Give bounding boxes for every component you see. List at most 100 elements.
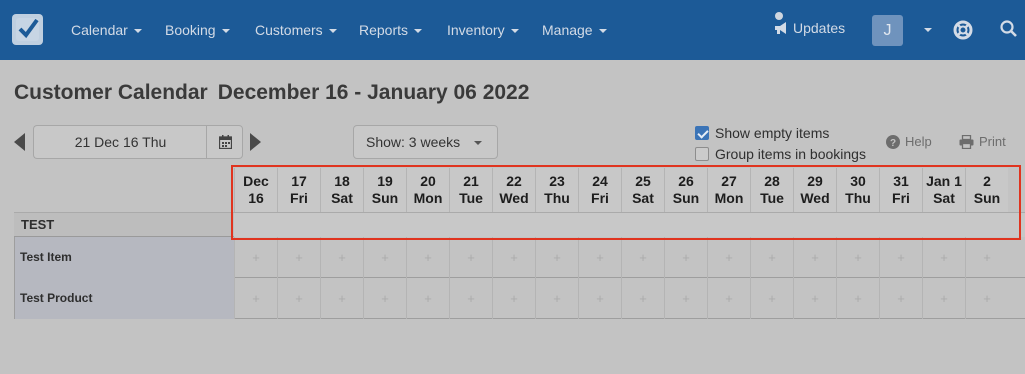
- add-booking-cell[interactable]: +: [879, 237, 922, 278]
- chevron-down-icon: [510, 29, 519, 34]
- help-label: Help: [905, 134, 932, 149]
- day-header: 21 Tue: [449, 168, 492, 212]
- day-header-bottom: Mon: [714, 190, 744, 206]
- add-booking-cell[interactable]: +: [707, 237, 750, 278]
- add-booking-cell[interactable]: +: [836, 278, 879, 319]
- date-input[interactable]: [33, 125, 207, 159]
- group-row: TEST: [14, 212, 1025, 237]
- day-header: 29 Wed: [793, 168, 836, 212]
- day-header: 22 Wed: [492, 168, 535, 212]
- add-booking-cell[interactable]: +: [406, 237, 449, 278]
- add-booking-cell[interactable]: +: [922, 278, 965, 319]
- nav-item-booking[interactable]: Booking: [165, 22, 230, 38]
- updates-link[interactable]: Updates: [774, 20, 845, 36]
- show-period-select[interactable]: Show: 3 weeks: [353, 125, 498, 159]
- user-menu-caret-icon[interactable]: [924, 28, 932, 32]
- add-booking-cell[interactable]: +: [277, 237, 320, 278]
- day-header-bottom: Tue: [760, 190, 784, 206]
- day-header-bottom: Wed: [499, 190, 529, 206]
- add-booking-cell[interactable]: +: [965, 237, 1008, 278]
- add-booking-cell[interactable]: +: [234, 278, 277, 319]
- add-booking-cell[interactable]: +: [707, 278, 750, 319]
- day-header-bottom: 16: [248, 190, 264, 206]
- nav-item-inventory[interactable]: Inventory: [447, 22, 519, 38]
- add-booking-cell[interactable]: +: [664, 237, 707, 278]
- add-booking-cell[interactable]: +: [621, 237, 664, 278]
- nav-item-label: Calendar: [71, 22, 128, 38]
- day-header: 26 Sun: [664, 168, 707, 212]
- nav-item-label: Reports: [359, 22, 409, 38]
- calendar-picker-button[interactable]: [206, 125, 243, 159]
- add-booking-cell[interactable]: +: [234, 237, 277, 278]
- add-booking-cell[interactable]: +: [492, 237, 535, 278]
- add-booking-cell[interactable]: +: [277, 278, 320, 319]
- add-booking-cell[interactable]: +: [621, 278, 664, 319]
- add-booking-cell[interactable]: +: [879, 278, 922, 319]
- add-booking-cell[interactable]: +: [449, 278, 492, 319]
- page-title: Customer Calendar December 16 - January 0…: [14, 81, 529, 105]
- print-link[interactable]: Print: [959, 134, 1006, 150]
- day-header-bottom: Sun: [973, 190, 1001, 206]
- day-header-top: 23: [549, 173, 565, 189]
- day-header-top: 30: [850, 173, 866, 189]
- add-booking-cell[interactable]: +: [320, 237, 363, 278]
- user-avatar[interactable]: J: [872, 15, 903, 46]
- day-header-top: 26: [678, 173, 694, 189]
- add-booking-cell[interactable]: +: [965, 278, 1008, 319]
- add-booking-cell[interactable]: +: [320, 278, 363, 319]
- support-lifebuoy-icon[interactable]: [953, 20, 973, 45]
- nav-item-reports[interactable]: Reports: [359, 22, 423, 38]
- nav-item-label: Manage: [542, 22, 593, 38]
- day-header-top: 29: [807, 173, 823, 189]
- add-booking-cell[interactable]: +: [449, 237, 492, 278]
- day-header: Dec 16: [234, 168, 277, 212]
- day-header-bottom: Sat: [632, 190, 654, 206]
- add-booking-cell[interactable]: +: [406, 278, 449, 319]
- print-label: Print: [979, 134, 1006, 149]
- nav-item-customers[interactable]: Customers: [255, 22, 337, 38]
- group-label: TEST: [14, 213, 234, 237]
- group-items-checkbox[interactable]: Group items in bookings: [695, 146, 866, 162]
- help-question-icon: ?: [886, 135, 900, 149]
- add-booking-cell[interactable]: +: [535, 237, 578, 278]
- help-link[interactable]: ? Help: [886, 134, 932, 149]
- day-header-top: Dec: [243, 173, 269, 189]
- day-header: 28 Tue: [750, 168, 793, 212]
- add-booking-cell[interactable]: +: [535, 278, 578, 319]
- day-header-bottom: Thu: [544, 190, 570, 206]
- day-header-top: 2: [983, 173, 991, 189]
- day-header: 24 Fri: [578, 168, 621, 212]
- add-booking-cell[interactable]: +: [492, 278, 535, 319]
- day-header-top: 21: [463, 173, 479, 189]
- chevron-down-icon: [598, 29, 607, 34]
- add-booking-cell[interactable]: +: [836, 237, 879, 278]
- add-booking-cell[interactable]: +: [578, 237, 621, 278]
- add-booking-cell[interactable]: +: [664, 278, 707, 319]
- day-header-top: 20: [420, 173, 436, 189]
- add-booking-cell[interactable]: +: [750, 237, 793, 278]
- add-booking-cell[interactable]: +: [578, 278, 621, 319]
- next-period-arrow-icon[interactable]: [250, 133, 261, 151]
- chevron-down-icon: [221, 29, 230, 34]
- add-booking-cell[interactable]: +: [363, 237, 406, 278]
- nav-item-calendar[interactable]: Calendar: [71, 22, 142, 38]
- add-booking-cell[interactable]: +: [363, 278, 406, 319]
- svg-text:?: ?: [890, 138, 896, 149]
- checkbox-logo-icon[interactable]: [12, 14, 43, 45]
- day-header-bottom: Fri: [591, 190, 609, 206]
- add-booking-cell[interactable]: +: [793, 278, 836, 319]
- add-booking-cell[interactable]: +: [922, 237, 965, 278]
- day-header-top: Jan 1: [926, 173, 962, 189]
- add-booking-cell[interactable]: +: [793, 237, 836, 278]
- nav-item-manage[interactable]: Manage: [542, 22, 607, 38]
- add-booking-cell[interactable]: +: [750, 278, 793, 319]
- updates-label: Updates: [793, 20, 846, 36]
- show-empty-items-label: Show empty items: [715, 125, 830, 141]
- search-icon[interactable]: [1000, 20, 1018, 43]
- nav-item-label: Inventory: [447, 22, 505, 38]
- day-header-top: 25: [635, 173, 651, 189]
- day-header-bottom: Sat: [331, 190, 353, 206]
- day-header-bottom: Thu: [845, 190, 871, 206]
- previous-period-arrow-icon[interactable]: [14, 133, 25, 151]
- show-empty-items-checkbox[interactable]: Show empty items: [695, 125, 829, 141]
